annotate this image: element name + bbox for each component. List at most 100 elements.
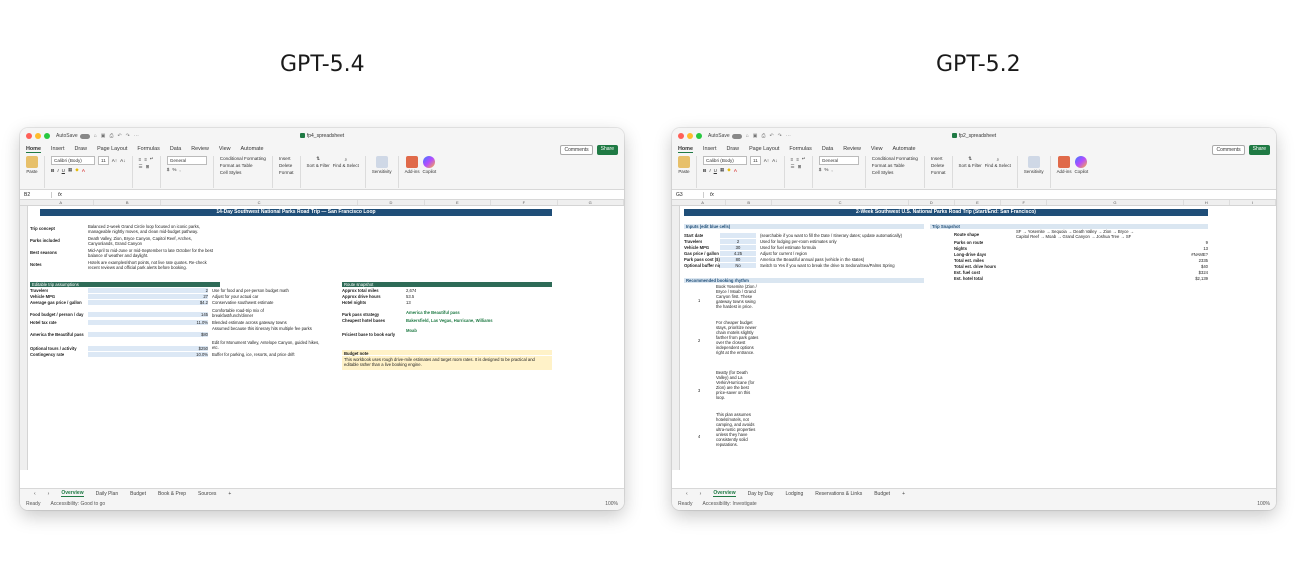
- font-name-select[interactable]: Calibri (Body): [703, 156, 747, 165]
- input-value[interactable]: 80: [720, 257, 756, 262]
- sort-filter-button[interactable]: ⇅ Sort & Filter: [959, 156, 982, 168]
- tab-view[interactable]: View: [871, 146, 883, 152]
- number-format-select[interactable]: General: [166, 156, 207, 165]
- input-value[interactable]: [720, 233, 756, 238]
- format-cells-button[interactable]: Format: [931, 170, 946, 175]
- delete-cells-button[interactable]: Delete: [279, 163, 294, 168]
- assumption-value[interactable]: $4.2: [88, 300, 208, 305]
- format-as-table-button[interactable]: Format as Table: [220, 163, 266, 168]
- sheet-tab-daily-plan[interactable]: Daily Plan: [96, 491, 119, 497]
- assumption-value[interactable]: 145: [88, 312, 208, 317]
- sheet-tab-book-prep[interactable]: Book & Prep: [158, 491, 186, 497]
- add-sheet-icon[interactable]: +: [902, 491, 905, 497]
- input-value[interactable]: 4.25: [720, 251, 756, 256]
- currency-icon[interactable]: $: [167, 167, 170, 172]
- sheet-grid[interactable]: ABCDEFGHI 2-Week Southwest U.S. National…: [672, 200, 1276, 470]
- comma-icon[interactable]: ,: [179, 167, 180, 172]
- sheet-tab-budget[interactable]: Budget: [874, 491, 890, 497]
- italic-icon[interactable]: I: [709, 168, 710, 173]
- sheet-tab-sources[interactable]: Sources: [198, 491, 216, 497]
- tab-insert[interactable]: Insert: [51, 146, 64, 152]
- find-select-button[interactable]: ⌕ Find & Select: [985, 157, 1011, 168]
- sheet-grid[interactable]: ABCDEFG 14-Day Southwest National Parks …: [20, 200, 624, 470]
- next-sheet-icon[interactable]: ›: [700, 491, 702, 497]
- underline-icon[interactable]: U: [714, 168, 717, 173]
- number-format-select[interactable]: General: [818, 156, 859, 165]
- comments-button[interactable]: Comments: [560, 145, 593, 155]
- grow-font-icon[interactable]: A↑: [764, 158, 769, 163]
- align-left-icon[interactable]: ☰: [791, 164, 795, 170]
- wrap-text-icon[interactable]: ↵: [150, 156, 154, 162]
- assumption-value[interactable]: $250: [88, 346, 208, 351]
- merge-icon[interactable]: ⊞: [146, 164, 150, 170]
- sheet-tab-overview[interactable]: Overview: [61, 490, 84, 497]
- font-color-icon[interactable]: A: [82, 168, 85, 173]
- input-value[interactable]: No: [720, 263, 756, 268]
- sheet-tab-day-by-day[interactable]: Day by Day: [748, 491, 774, 497]
- accessibility-status[interactable]: Accessibility: Good to go: [50, 501, 105, 507]
- tab-draw[interactable]: Draw: [726, 146, 739, 152]
- font-name-select[interactable]: Calibri (Body): [51, 156, 95, 165]
- bold-icon[interactable]: B: [703, 168, 706, 173]
- addins-button[interactable]: Add-ins: [1057, 156, 1072, 174]
- sort-filter-button[interactable]: ⇅ Sort & Filter: [307, 156, 330, 168]
- sheet-tab-reservations[interactable]: Reservations & Links: [815, 491, 862, 497]
- name-box[interactable]: B2: [24, 191, 52, 198]
- assumption-value[interactable]: 11.0%: [88, 320, 208, 325]
- comments-button[interactable]: Comments: [1212, 145, 1245, 155]
- copilot-button[interactable]: Copilot: [423, 156, 436, 174]
- grow-font-icon[interactable]: A↑: [112, 158, 117, 163]
- find-select-button[interactable]: ⌕ Find & Select: [333, 157, 359, 168]
- tab-review[interactable]: Review: [191, 146, 209, 152]
- tab-view[interactable]: View: [219, 146, 231, 152]
- tab-data[interactable]: Data: [170, 146, 181, 152]
- font-color-icon[interactable]: A: [734, 168, 737, 173]
- align-top-icon[interactable]: ≡: [791, 157, 794, 162]
- zoom-level[interactable]: 100%: [605, 501, 618, 507]
- font-size-select[interactable]: 11: [750, 156, 761, 165]
- format-as-table-button[interactable]: Format as Table: [872, 163, 918, 168]
- currency-icon[interactable]: $: [819, 167, 822, 172]
- assumption-value[interactable]: $80: [88, 332, 208, 337]
- italic-icon[interactable]: I: [57, 168, 58, 173]
- zoom-level[interactable]: 100%: [1257, 501, 1270, 507]
- conditional-formatting-button[interactable]: Conditional Formatting: [872, 156, 918, 161]
- tab-formulas[interactable]: Formulas: [789, 146, 811, 152]
- bold-icon[interactable]: B: [51, 168, 54, 173]
- align-middle-icon[interactable]: ≡: [796, 157, 799, 162]
- input-value[interactable]: 30: [720, 245, 756, 250]
- assumption-value[interactable]: 10.0%: [88, 352, 208, 357]
- fx-icon[interactable]: fx: [58, 192, 62, 198]
- name-box[interactable]: G3: [676, 191, 704, 198]
- tab-page-layout[interactable]: Page Layout: [749, 146, 779, 152]
- tab-formulas[interactable]: Formulas: [137, 146, 159, 152]
- file-name[interactable]: fp4_spreadsheet: [300, 133, 344, 139]
- add-sheet-icon[interactable]: +: [228, 491, 231, 497]
- fill-color-icon[interactable]: ◆: [727, 167, 731, 173]
- file-name[interactable]: fp2_spreadsheet: [952, 133, 996, 139]
- conditional-formatting-button[interactable]: Conditional Formatting: [220, 156, 266, 161]
- sheet-tab-overview[interactable]: Overview: [713, 490, 736, 497]
- addins-button[interactable]: Add-ins: [405, 156, 420, 174]
- merge-icon[interactable]: ⊞: [798, 164, 802, 170]
- sheet-tab-budget[interactable]: Budget: [130, 491, 146, 497]
- align-left-icon[interactable]: ☰: [139, 164, 143, 170]
- cell-styles-button[interactable]: Cell Styles: [872, 170, 918, 175]
- wrap-text-icon[interactable]: ↵: [802, 156, 806, 162]
- insert-cells-button[interactable]: Insert: [279, 156, 294, 161]
- tab-insert[interactable]: Insert: [703, 146, 716, 152]
- format-cells-button[interactable]: Format: [279, 170, 294, 175]
- assumption-value[interactable]: 2: [88, 288, 208, 293]
- accessibility-status[interactable]: Accessibility: Investigate: [702, 501, 756, 507]
- sheet-tab-lodging[interactable]: Lodging: [785, 491, 803, 497]
- sensitivity-button[interactable]: Sensitivity: [1024, 156, 1044, 174]
- underline-icon[interactable]: U: [62, 168, 65, 173]
- paste-button[interactable]: Paste: [26, 156, 38, 174]
- share-button[interactable]: Share: [1248, 145, 1270, 155]
- tab-home[interactable]: Home: [678, 146, 693, 153]
- next-sheet-icon[interactable]: ›: [48, 491, 50, 497]
- tab-home[interactable]: Home: [26, 146, 41, 153]
- shrink-font-icon[interactable]: A↓: [772, 158, 777, 163]
- borders-icon[interactable]: ▦: [68, 167, 72, 173]
- fx-icon[interactable]: fx: [710, 192, 714, 198]
